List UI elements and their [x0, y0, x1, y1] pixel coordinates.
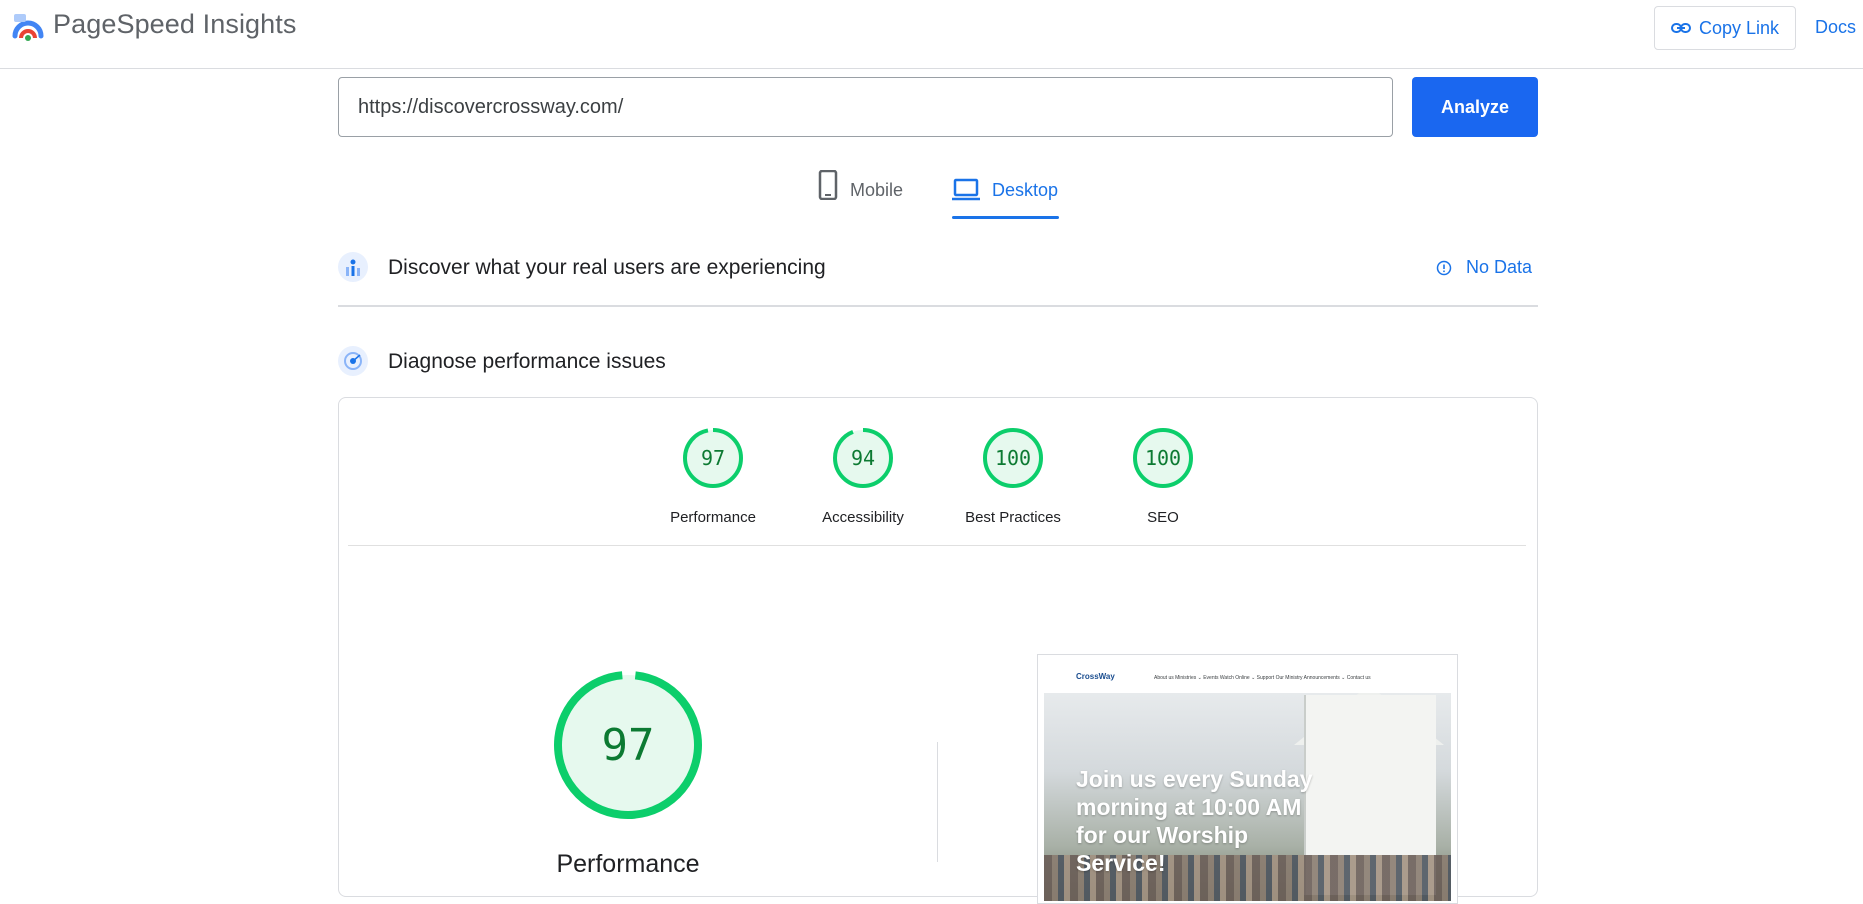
gauge-score: 94	[850, 446, 876, 470]
docs-link[interactable]: Docs	[1815, 17, 1856, 38]
card-divider	[348, 545, 1526, 546]
smartphone-icon	[818, 170, 838, 200]
gauge-score: 100	[994, 446, 1032, 470]
diagnose-icon	[338, 346, 368, 376]
diagnose-title: Diagnose performance issues	[388, 350, 666, 373]
gauge-seo[interactable]: 100	[1131, 426, 1195, 490]
performance-label: Performance	[556, 850, 700, 878]
no-data-label: No Data	[1466, 257, 1533, 277]
performance-score: 97	[601, 719, 655, 771]
gauge-score: 97	[700, 446, 726, 470]
field-data-icon	[338, 252, 368, 282]
tab-desktop[interactable]: Desktop	[952, 170, 1058, 220]
site-nav: CrossWay About us Ministries ⌄ Events Wa…	[1044, 661, 1451, 693]
gauge-label-seo: SEO	[1147, 509, 1179, 526]
gauge-score: 100	[1144, 446, 1182, 470]
laptop-icon	[952, 178, 980, 201]
vertical-divider	[937, 742, 938, 862]
info-icon	[1436, 260, 1452, 275]
page-screenshot: Join us every Sunday morning at 10:00 AM…	[1037, 654, 1458, 904]
tab-mobile-label: Mobile	[850, 180, 904, 200]
app-title[interactable]: PageSpeed Insights	[53, 9, 296, 40]
gauge-label-accessibility: Accessibility	[822, 509, 904, 526]
copy-link-label: Copy Link	[1698, 17, 1780, 38]
gauge-performance[interactable]: 97	[681, 426, 745, 490]
tab-desktop-label: Desktop	[992, 180, 1059, 200]
no-data-indicator[interactable]: No Data	[1436, 257, 1532, 278]
site-menu: About us Ministries ⌄ Events Watch Onlin…	[1154, 675, 1371, 681]
copy-link-button[interactable]: Copy Link	[1654, 6, 1796, 50]
gauge-best-practices[interactable]: 100	[981, 426, 1045, 490]
section-divider	[338, 305, 1538, 307]
hero-text: Join us every Sunday morning at 10:00 AM…	[1076, 766, 1313, 876]
active-tab-indicator	[952, 216, 1059, 219]
url-input[interactable]	[338, 77, 1393, 137]
gauge-label-best-practices: Best Practices	[965, 509, 1061, 526]
site-logo: CrossWay	[1076, 672, 1115, 681]
gauge-accessibility[interactable]: 94	[831, 426, 895, 490]
field-data-title: Discover what your real users are experi…	[388, 256, 826, 279]
analyze-button[interactable]: Analyze	[1412, 77, 1538, 137]
link-icon	[1670, 23, 1691, 33]
pagespeed-logo-icon[interactable]	[12, 12, 44, 44]
gauge-label-performance: Performance	[670, 509, 756, 526]
hero-image: Join us every Sunday morning at 10:00 AM…	[1044, 685, 1451, 901]
tab-mobile[interactable]: Mobile	[818, 170, 903, 220]
